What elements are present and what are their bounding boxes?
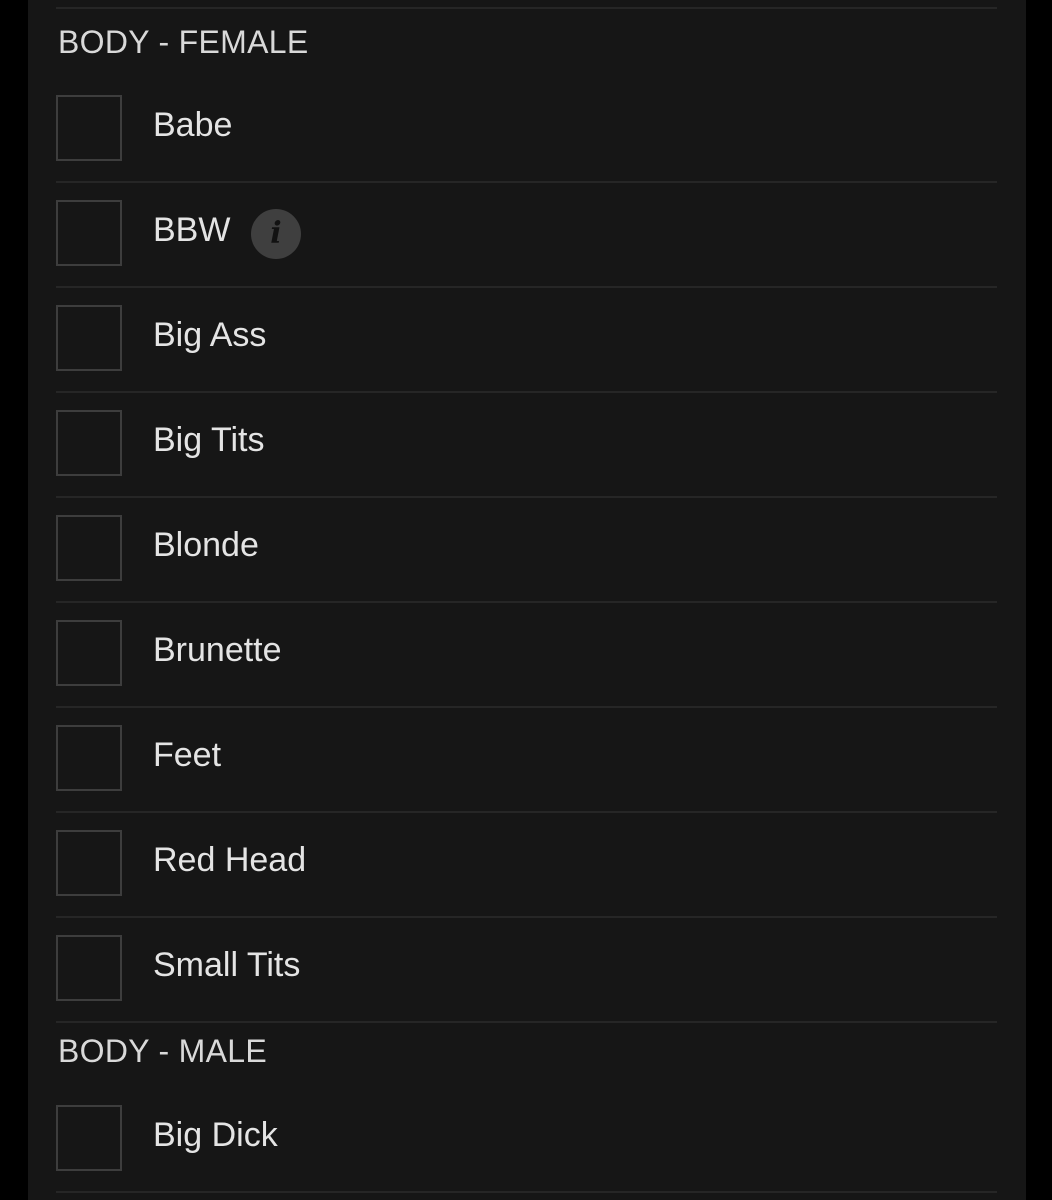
option-row-blonde[interactable]: Blonde: [56, 498, 997, 603]
option-row-big-tits[interactable]: Big Tits: [56, 393, 997, 498]
checkbox-big-tits[interactable]: [56, 410, 122, 476]
checkbox-feet[interactable]: [56, 725, 122, 791]
option-row-small-tits[interactable]: Small Tits: [56, 918, 997, 1023]
option-label: Blonde: [153, 526, 259, 564]
section-heading-body-female: BODY - FEMALE: [58, 24, 309, 60]
option-row-feet[interactable]: Feet: [56, 708, 997, 813]
checkbox-bbw[interactable]: [56, 200, 122, 266]
checkbox-blonde[interactable]: [56, 515, 122, 581]
option-label: Small Tits: [153, 946, 301, 984]
option-label: BBW: [153, 211, 231, 249]
option-label: Big Tits: [153, 421, 265, 459]
checkbox-big-ass[interactable]: [56, 305, 122, 371]
checkbox-small-tits[interactable]: [56, 935, 122, 1001]
option-label: Brunette: [153, 631, 282, 669]
checkbox-babe[interactable]: [56, 95, 122, 161]
divider: [56, 7, 997, 9]
option-row-big-dick[interactable]: Big Dick: [56, 1088, 997, 1193]
checkbox-red-head[interactable]: [56, 830, 122, 896]
info-icon[interactable]: i: [251, 209, 301, 259]
option-label: Big Dick: [153, 1116, 278, 1154]
section-heading-body-male: BODY - MALE: [58, 1033, 267, 1069]
checkbox-big-dick[interactable]: [56, 1105, 122, 1171]
option-row-bbw[interactable]: BBW i: [56, 183, 997, 288]
option-label: Feet: [153, 736, 222, 774]
filter-panel: BODY - FEMALE Babe BBW i Big Ass Big Tit…: [28, 0, 1026, 1200]
option-label: Babe: [153, 106, 233, 144]
option-row-red-head[interactable]: Red Head: [56, 813, 997, 918]
option-label: Red Head: [153, 841, 307, 879]
option-row-babe[interactable]: Babe: [56, 78, 997, 183]
checkbox-brunette[interactable]: [56, 620, 122, 686]
option-row-brunette[interactable]: Brunette: [56, 603, 997, 708]
option-row-big-ass[interactable]: Big Ass: [56, 288, 997, 393]
option-label: Big Ass: [153, 316, 267, 354]
